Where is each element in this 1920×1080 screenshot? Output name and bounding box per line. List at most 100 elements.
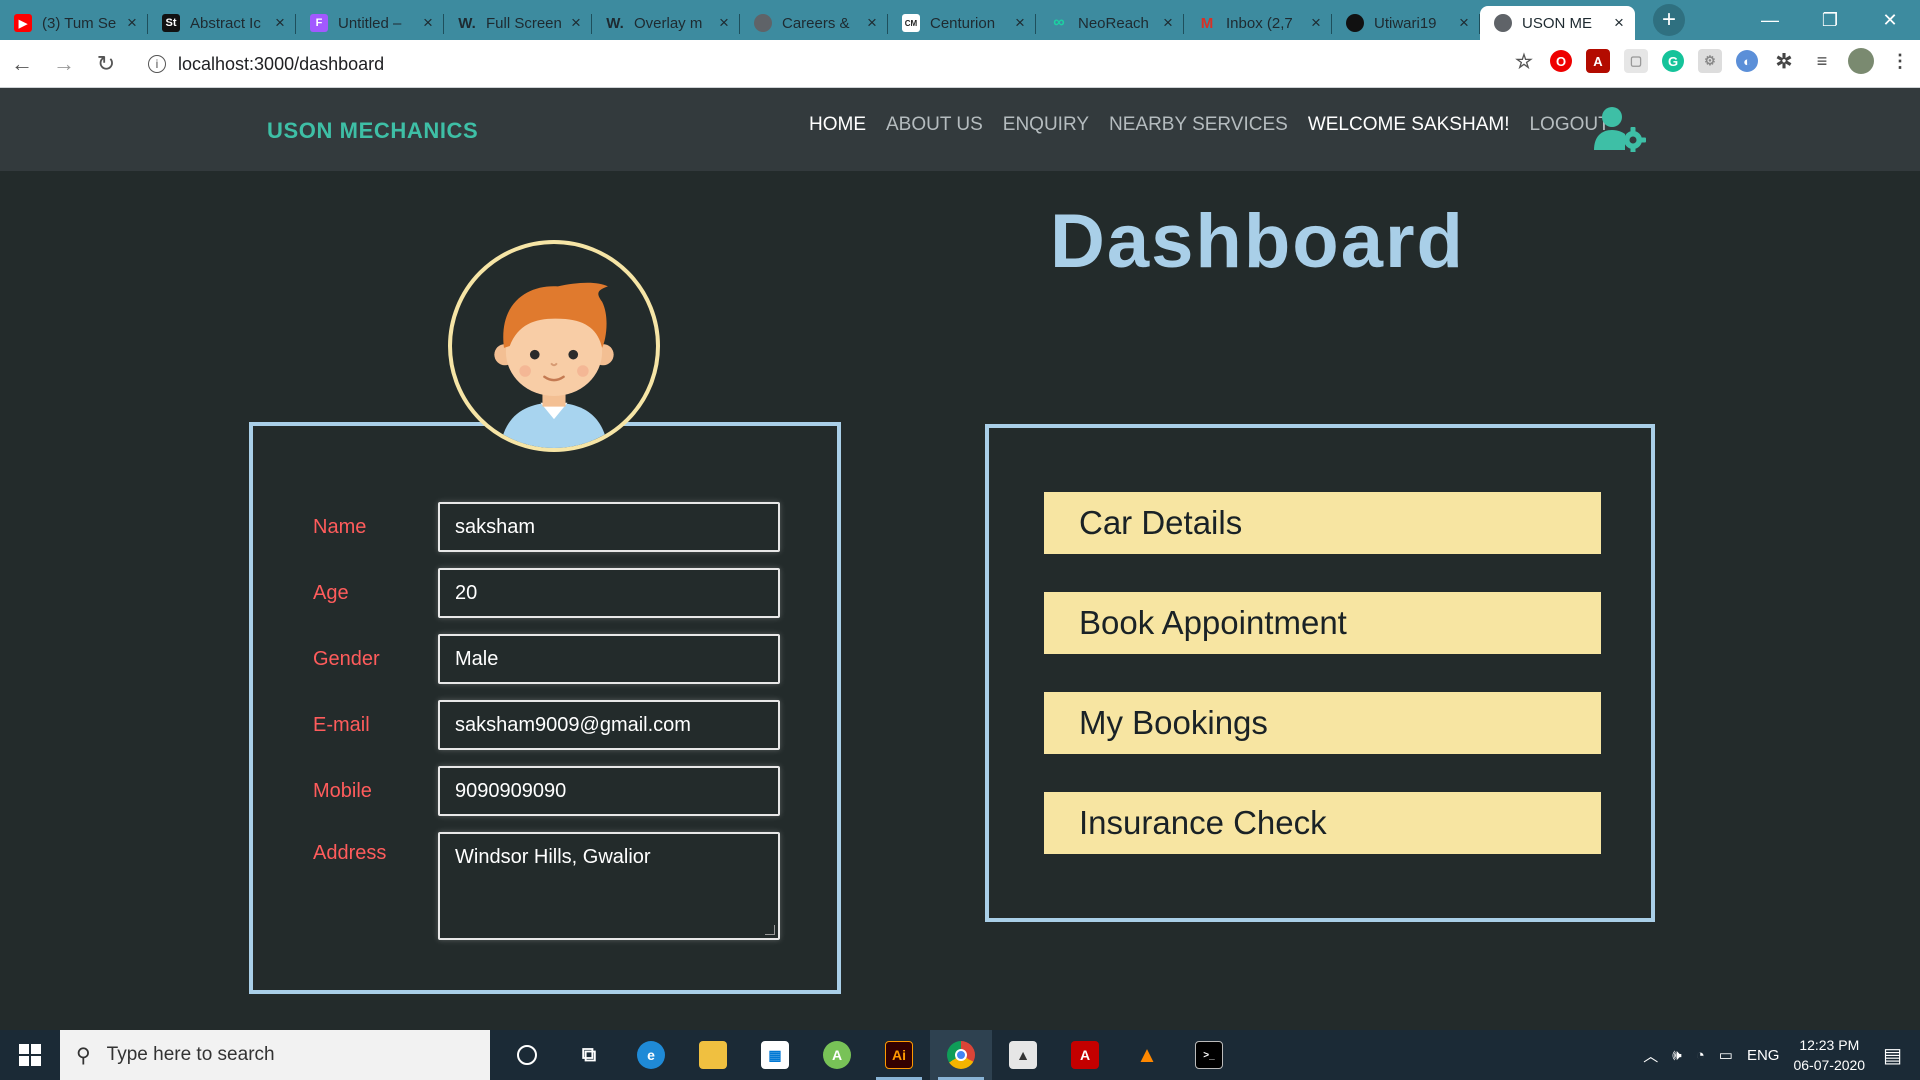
github-icon bbox=[1346, 14, 1364, 32]
name-field[interactable]: saksham bbox=[438, 502, 780, 552]
opera-icon[interactable]: O bbox=[1550, 50, 1572, 72]
avatar[interactable] bbox=[1848, 48, 1874, 74]
photos-app[interactable]: ▲ bbox=[992, 1030, 1054, 1080]
window-controls: — ❐ ✕ bbox=[1740, 0, 1920, 40]
reading-list-icon[interactable]: ≡ bbox=[1810, 49, 1834, 73]
extension-icon[interactable]: ▢ bbox=[1624, 49, 1648, 73]
restore-icon[interactable]: ❐ bbox=[1800, 0, 1860, 40]
field-label: Mobile bbox=[313, 779, 372, 802]
tab-label: Abstract Ic bbox=[190, 14, 261, 32]
address-textarea[interactable]: Windsor Hills, Gwalior bbox=[438, 832, 780, 940]
browser-tab[interactable]: CM Centurion × bbox=[888, 6, 1036, 40]
close-icon[interactable]: × bbox=[1012, 13, 1028, 33]
cortana-button[interactable] bbox=[496, 1030, 558, 1080]
close-icon[interactable]: × bbox=[420, 13, 436, 33]
nav-about[interactable]: ABOUT US bbox=[886, 114, 983, 136]
back-icon[interactable]: ← bbox=[2, 44, 42, 84]
acrobat-app[interactable]: A bbox=[1054, 1030, 1116, 1080]
browser-tab[interactable]: ▶ (3) Tum Se × bbox=[0, 6, 148, 40]
vlc-app[interactable]: ▲ bbox=[1116, 1030, 1178, 1080]
brand-logo[interactable]: USON MECHANICS bbox=[267, 118, 478, 144]
tab-label: NeoReach bbox=[1078, 14, 1149, 32]
star-icon[interactable]: ☆ bbox=[1512, 49, 1536, 73]
edge-app[interactable]: e bbox=[620, 1030, 682, 1080]
browser-tab[interactable]: F Untitled – × bbox=[296, 6, 444, 40]
browser-tab-active[interactable]: USON ME × bbox=[1480, 6, 1635, 40]
menu-dots-icon[interactable]: ⋮ bbox=[1888, 49, 1912, 73]
my-bookings-button[interactable]: My Bookings bbox=[1044, 692, 1601, 754]
globe-icon bbox=[754, 14, 772, 32]
neoreach-icon: ∞ bbox=[1053, 14, 1065, 31]
browser-tab-bar: ▶ (3) Tum Se × St Abstract Ic × F Untitl… bbox=[0, 0, 1920, 40]
browser-tab[interactable]: W. Overlay m × bbox=[592, 6, 740, 40]
illustrator-app[interactable]: Ai bbox=[868, 1030, 930, 1080]
chrome-app[interactable] bbox=[930, 1030, 992, 1080]
extension-icon[interactable]: ◐ bbox=[1736, 50, 1758, 72]
avatar bbox=[448, 240, 660, 452]
globe-icon bbox=[1494, 14, 1512, 32]
puzzle-icon[interactable]: ✲ bbox=[1772, 49, 1796, 73]
browser-tab[interactable]: Utiwari19 × bbox=[1332, 6, 1480, 40]
url-text: localhost:3000/dashboard bbox=[178, 53, 385, 74]
w-icon: W. bbox=[606, 14, 624, 32]
task-view-button[interactable]: ⧉ bbox=[558, 1030, 620, 1080]
nav-enquiry[interactable]: ENQUIRY bbox=[1003, 114, 1089, 136]
user-settings-icon[interactable] bbox=[1592, 106, 1646, 152]
reload-icon[interactable]: ↻ bbox=[86, 44, 126, 84]
file-explorer-app[interactable] bbox=[682, 1030, 744, 1080]
tab-label: Full Screen bbox=[486, 14, 562, 32]
close-icon[interactable]: × bbox=[1160, 13, 1176, 33]
close-icon[interactable]: × bbox=[124, 13, 140, 33]
chrome-icon bbox=[947, 1041, 975, 1069]
minimize-icon[interactable]: — bbox=[1740, 0, 1800, 40]
mobile-field[interactable]: 9090909090 bbox=[438, 766, 780, 816]
extension-icon[interactable]: ⚙ bbox=[1698, 49, 1722, 73]
email-field[interactable]: saksham9009@gmail.com bbox=[438, 700, 780, 750]
chevron-up-icon[interactable]: ︿ bbox=[1643, 1045, 1658, 1066]
close-icon[interactable]: × bbox=[568, 13, 584, 33]
close-icon[interactable]: × bbox=[1611, 13, 1627, 33]
clock[interactable]: 12:23 PM 06-07-2020 bbox=[1793, 1035, 1865, 1075]
close-window-icon[interactable]: ✕ bbox=[1860, 0, 1920, 40]
volume-icon[interactable]: 🕪 bbox=[1672, 1047, 1681, 1064]
close-icon[interactable]: × bbox=[272, 13, 288, 33]
terminal-icon: >_ bbox=[1195, 1041, 1223, 1069]
new-tab-button[interactable]: + bbox=[1653, 4, 1685, 36]
grammarly-icon[interactable]: G bbox=[1662, 50, 1684, 72]
close-icon[interactable]: × bbox=[1456, 13, 1472, 33]
terminal-app[interactable]: >_ bbox=[1178, 1030, 1240, 1080]
pdf-icon[interactable]: A bbox=[1586, 49, 1610, 73]
browser-tab[interactable]: St Abstract Ic × bbox=[148, 6, 296, 40]
info-icon[interactable]: i bbox=[148, 55, 166, 73]
language-indicator[interactable]: ENG bbox=[1747, 1047, 1780, 1064]
age-field[interactable]: 20 bbox=[438, 568, 780, 618]
cortana-icon bbox=[517, 1045, 537, 1065]
insurance-check-button[interactable]: Insurance Check bbox=[1044, 792, 1601, 854]
android-studio-app[interactable]: A bbox=[806, 1030, 868, 1080]
address-text: Windsor Hills, Gwalior bbox=[455, 846, 651, 868]
nav-nearby-services[interactable]: NEARBY SERVICES bbox=[1109, 114, 1288, 136]
car-details-button[interactable]: Car Details bbox=[1044, 492, 1601, 554]
close-icon[interactable]: × bbox=[1308, 13, 1324, 33]
notifications-icon[interactable]: ▤ bbox=[1883, 1043, 1902, 1068]
battery-icon[interactable]: ▭ bbox=[1719, 1046, 1733, 1064]
gender-field[interactable]: Male bbox=[438, 634, 780, 684]
forward-icon[interactable]: → bbox=[44, 44, 84, 84]
nav-home[interactable]: HOME bbox=[809, 114, 866, 136]
start-button[interactable] bbox=[0, 1030, 60, 1080]
browser-tab[interactable]: Careers & × bbox=[740, 6, 888, 40]
browser-tab[interactable]: ∞ NeoReach × bbox=[1036, 6, 1184, 40]
browser-tab[interactable]: M Inbox (2,7 × bbox=[1184, 6, 1332, 40]
resize-handle[interactable] bbox=[765, 925, 775, 935]
tab-label: Inbox (2,7 bbox=[1226, 14, 1293, 32]
store-app[interactable]: ▦ bbox=[744, 1030, 806, 1080]
close-icon[interactable]: × bbox=[864, 13, 880, 33]
taskbar-search-input[interactable]: ⚲ Type here to search bbox=[60, 1030, 490, 1080]
wifi-icon[interactable]: ◔ bbox=[1696, 1047, 1705, 1064]
browser-tab[interactable]: W. Full Screen × bbox=[444, 6, 592, 40]
url-field[interactable]: i localhost:3000/dashboard bbox=[138, 46, 1478, 82]
site-navbar: USON MECHANICS HOME ABOUT US ENQUIRY NEA… bbox=[0, 88, 1920, 171]
close-icon[interactable]: × bbox=[716, 13, 732, 33]
field-email: E-mail saksham9009@gmail.com bbox=[313, 700, 780, 750]
book-appointment-button[interactable]: Book Appointment bbox=[1044, 592, 1601, 654]
